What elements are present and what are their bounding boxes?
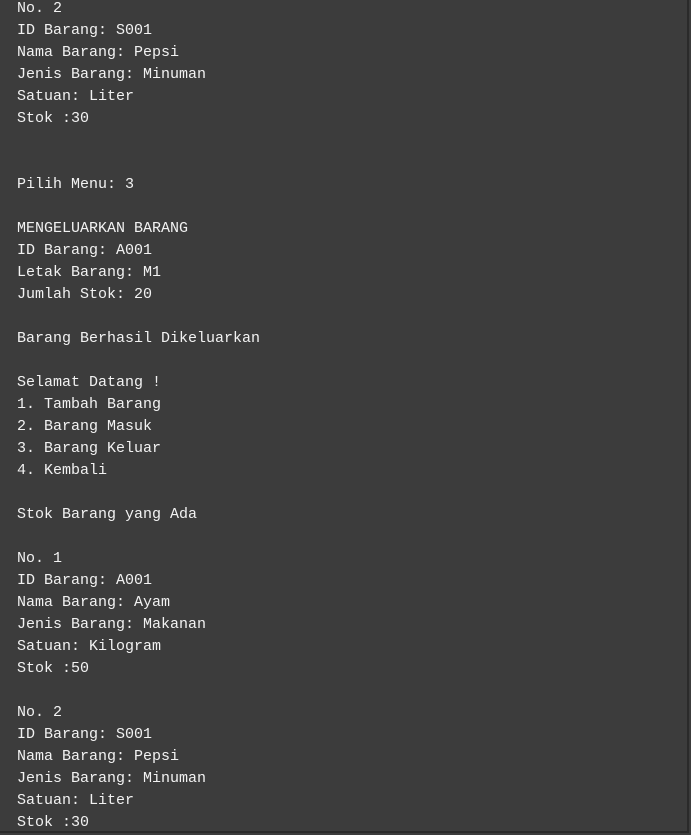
console-line: 1. Tambah Barang <box>17 396 162 413</box>
console-line: Satuan: Liter <box>17 792 135 809</box>
console-line: Pilih Menu: 3 <box>17 176 135 193</box>
console-line: Nama Barang: Ayam <box>17 594 171 611</box>
console-line: Selamat Datang ! <box>17 374 162 391</box>
console-line: Jumlah Stok: 20 <box>17 286 153 303</box>
console-line: Barang Berhasil Dikeluarkan <box>17 330 261 347</box>
console-output-panel: No. 2 ID Barang: S001 Nama Barang: Pepsi Je… <box>0 0 689 833</box>
console-line: 4. Kembali <box>17 462 108 479</box>
console-line: ID Barang: S001 <box>17 726 153 743</box>
console-line: No. 2 <box>17 0 63 17</box>
console-line: Jenis Barang: Minuman <box>17 770 207 787</box>
console-line: ID Barang: A001 <box>17 572 153 589</box>
console-line: ID Barang: S001 <box>17 22 153 39</box>
console-line: 3. Barang Keluar <box>17 440 162 457</box>
console-line: Letak Barang: M1 <box>17 264 162 281</box>
console-line: Stok :30 <box>17 110 90 127</box>
console-line: Jenis Barang: Makanan <box>17 616 207 633</box>
console-line: No. 1 <box>17 550 63 567</box>
console-line: Stok :30 <box>17 814 90 831</box>
console-line: Nama Barang: Pepsi <box>17 44 180 61</box>
console-line: MENGELUARKAN BARANG <box>17 220 189 237</box>
console-line: 2. Barang Masuk <box>17 418 153 435</box>
console-line: ID Barang: A001 <box>17 242 153 259</box>
console-line: Satuan: Liter <box>17 88 135 105</box>
console-line: Stok :50 <box>17 660 90 677</box>
console-text: No. 2 ID Barang: S001 Nama Barang: Pepsi Je… <box>17 0 260 834</box>
console-line: Jenis Barang: Minuman <box>17 66 207 83</box>
console-line: Stok Barang yang Ada <box>17 506 198 523</box>
console-line: Satuan: Kilogram <box>17 638 162 655</box>
console-line: No. 2 <box>17 704 63 721</box>
console-line: Nama Barang: Pepsi <box>17 748 180 765</box>
